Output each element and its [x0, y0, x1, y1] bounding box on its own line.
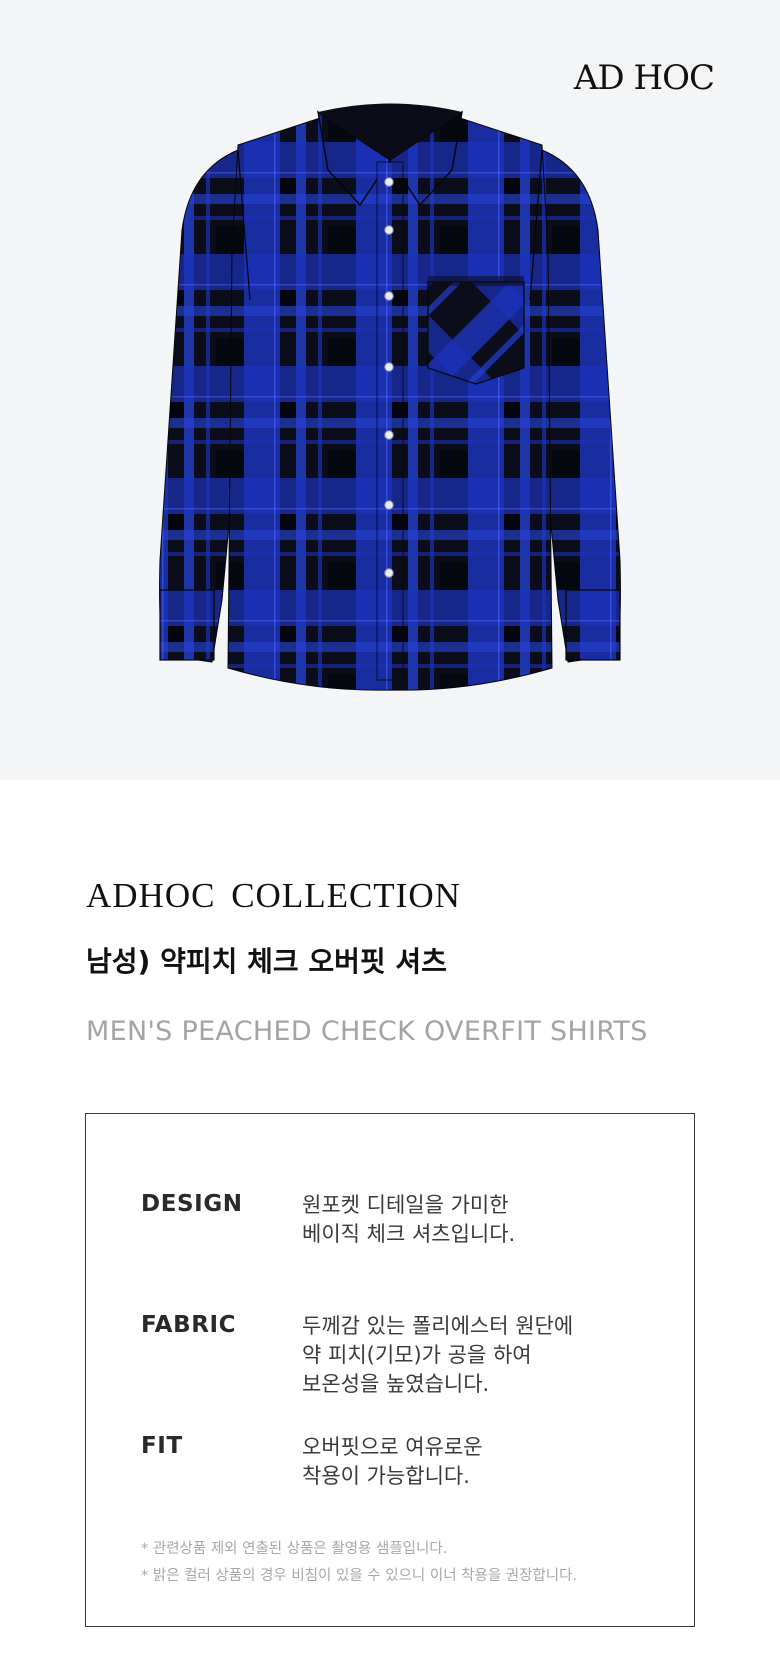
product-name-korean: 남성) 약피치 체크 오버핏 셔츠: [86, 945, 447, 978]
spec-line: 베이직 체크 셔츠입니다.: [302, 1222, 516, 1246]
collection-title: ADHOC COLLECTION: [86, 876, 461, 915]
note-line: * 관련상품 제외 연출된 상품은 촬영용 샘플입니다.: [141, 1541, 448, 1557]
spec-description: 원포켓 디테일을 가미한 베이직 체크 셔츠입니다.: [302, 1191, 642, 1249]
spec-line: 두께감 있는 폴리에스터 원단에: [302, 1314, 574, 1338]
spec-label: FIT: [141, 1433, 183, 1459]
product-name-english: MEN'S PEACHED CHECK OVERFIT SHIRTS: [86, 1016, 648, 1047]
product-spec-box: DESIGN 원포켓 디테일을 가미한 베이직 체크 셔츠입니다. FABRIC…: [85, 1113, 695, 1627]
spec-label: DESIGN: [141, 1191, 243, 1217]
spec-line: 오버핏으로 여유로운: [302, 1435, 483, 1459]
disclaimer-notes: * 관련상품 제외 연출된 상품은 촬영용 샘플입니다. * 밝은 컬러 상품의…: [141, 1536, 577, 1590]
spec-line: 원포켓 디테일을 가미한: [302, 1193, 509, 1217]
product-image: [0, 0, 780, 780]
product-hero: AD HOC: [0, 0, 780, 780]
spec-description: 오버핏으로 여유로운 착용이 가능합니다.: [302, 1433, 642, 1491]
spec-line: 보온성을 높였습니다.: [302, 1372, 490, 1396]
spec-label: FABRIC: [141, 1312, 237, 1338]
spec-line: 약 피치(기모)가 공을 하여: [302, 1343, 532, 1367]
spec-line: 착용이 가능합니다.: [302, 1464, 470, 1488]
spec-description: 두께감 있는 폴리에스터 원단에 약 피치(기모)가 공을 하여 보온성을 높였…: [302, 1312, 642, 1399]
note-line: * 밝은 컬러 상품의 경우 비침이 있을 수 있으니 이너 착용을 권장합니다…: [141, 1568, 578, 1584]
